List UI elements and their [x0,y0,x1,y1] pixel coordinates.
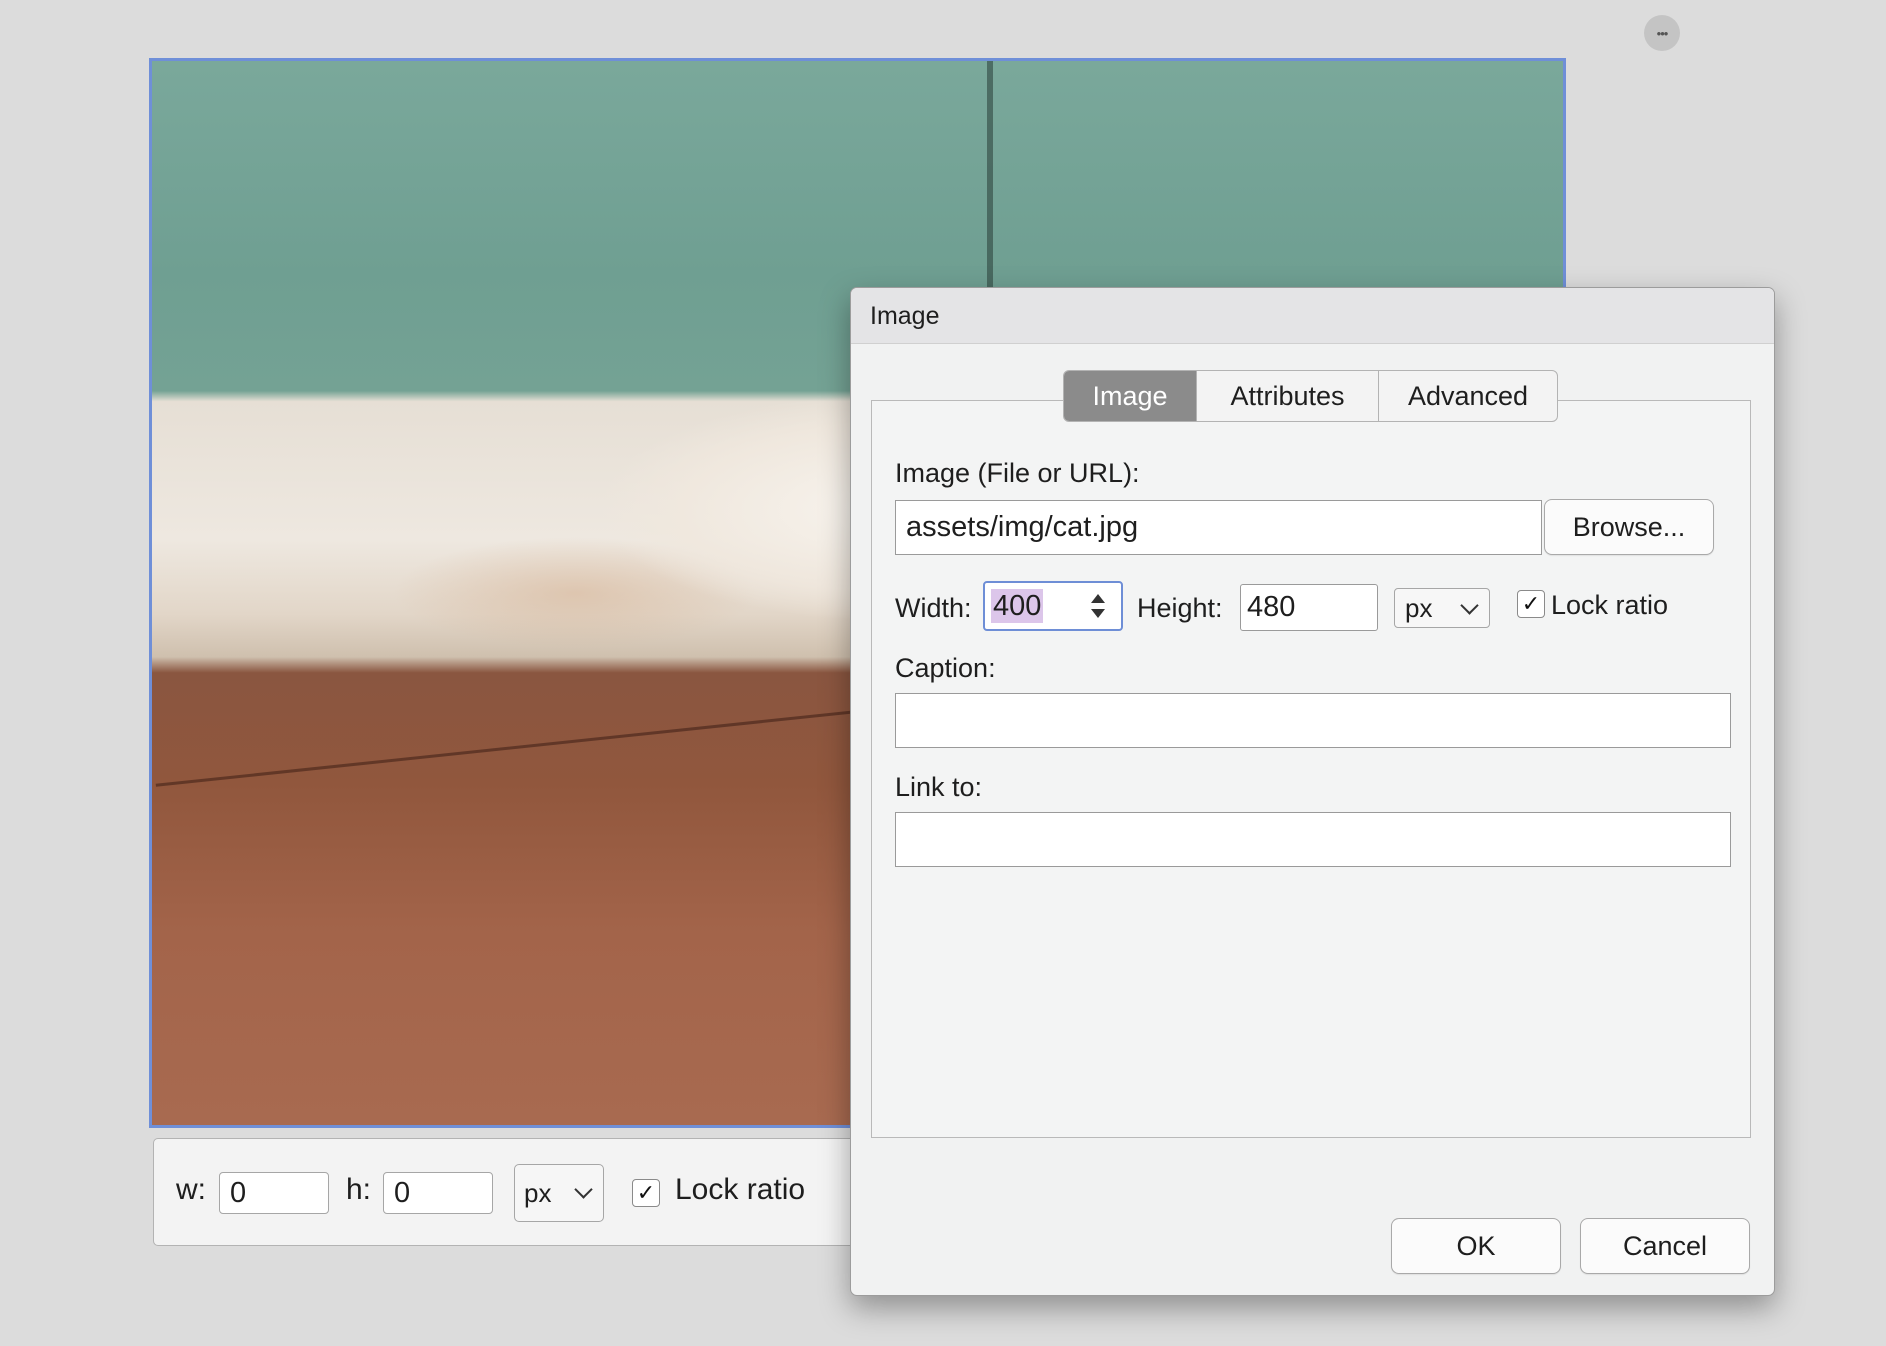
width-spinner[interactable]: 400 [983,581,1123,631]
dialog-tabs: Image Attributes Advanced [1063,370,1558,422]
link-input[interactable] [895,812,1731,867]
tab-advanced[interactable]: Advanced [1379,371,1557,421]
checkmark-icon: ✓ [636,1180,656,1205]
resize-lock-ratio-checkbox[interactable]: ✓ [632,1179,660,1207]
image-source-label: Image (File or URL): [895,458,1140,488]
width-value: 400 [991,589,1044,623]
browse-button[interactable]: Browse... [1544,499,1714,555]
resize-lock-ratio-label: Lock ratio [675,1173,806,1206]
height-label: Height: [1137,593,1223,623]
chevron-down-icon [574,1180,593,1199]
unit-select[interactable]: px [1394,588,1490,628]
width-label: Width: [895,593,972,623]
checkmark-icon: ✓ [1521,591,1541,616]
resize-height-label: h: [346,1173,372,1206]
chevron-down-icon [1460,596,1479,615]
ellipsis-glyph: ••• [1656,25,1669,41]
dialog-title: Image [870,302,940,330]
caption-input[interactable] [895,693,1731,748]
dialog-titlebar[interactable]: Image [851,288,1774,344]
image-dialog: Image Image Attributes Advanced Image (F… [850,287,1775,1296]
cancel-button[interactable]: Cancel [1580,1218,1750,1274]
lock-ratio-checkbox[interactable]: ✓ [1517,590,1545,618]
resize-width-input[interactable]: 0 [219,1172,329,1214]
resize-width-label: w: [176,1173,206,1206]
height-input[interactable]: 480 [1240,584,1378,631]
spin-down-icon[interactable] [1091,609,1105,618]
ok-button[interactable]: OK [1391,1218,1561,1274]
resize-unit-select[interactable]: px [514,1164,604,1222]
tab-attributes[interactable]: Attributes [1197,371,1379,421]
image-source-input[interactable]: assets/img/cat.jpg [895,500,1542,555]
link-label: Link to: [895,772,983,802]
spin-up-icon[interactable] [1091,594,1105,603]
caption-label: Caption: [895,653,996,683]
lock-ratio-label: Lock ratio [1551,590,1669,620]
resize-height-input[interactable]: 0 [383,1172,493,1214]
resize-unit-value: px [524,1178,552,1208]
tab-image[interactable]: Image [1064,371,1197,421]
unit-value: px [1405,593,1433,623]
more-options-icon[interactable]: ••• [1644,15,1680,51]
